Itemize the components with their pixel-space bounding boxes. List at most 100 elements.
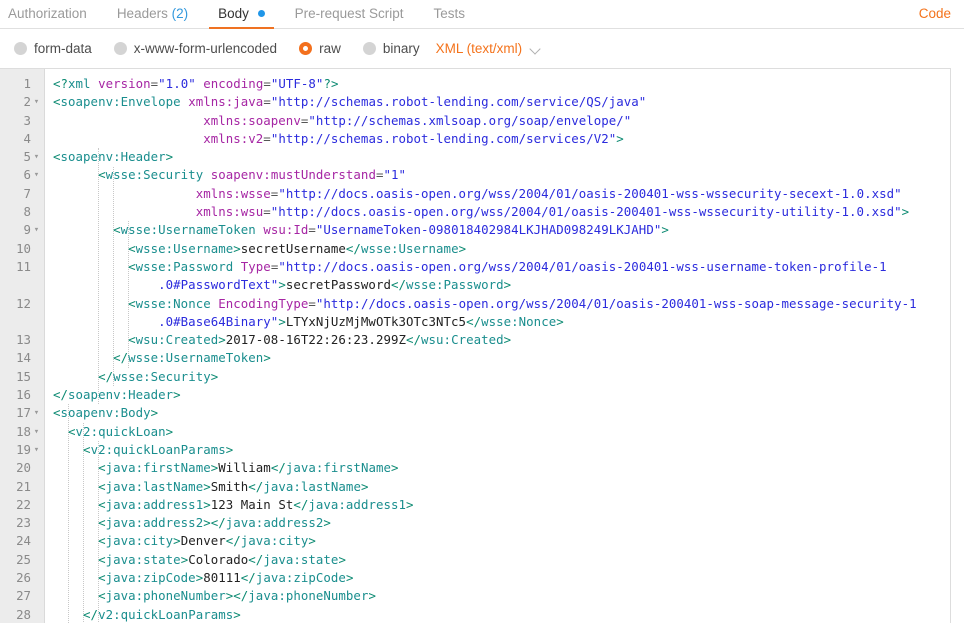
fold-toggle-icon[interactable]: ▾ <box>32 404 41 422</box>
fold-toggle-icon[interactable]: ▾ <box>32 93 41 111</box>
fold-toggle-icon[interactable]: ▾ <box>32 423 41 441</box>
body-type-x-www-form-urlencoded[interactable]: x-www-form-urlencoded <box>113 41 277 56</box>
code-token-str: "1.0" <box>158 76 196 91</box>
line-number: 23 <box>0 514 44 532</box>
code-line[interactable]: <java:firstName>William</java:firstName> <box>45 459 950 477</box>
code-line[interactable]: <java:state>Colorado</java:state> <box>45 551 950 569</box>
tab-body[interactable]: Body <box>209 6 274 29</box>
code-line[interactable]: </wsse:UsernameToken> <box>45 349 950 367</box>
body-modified-dot-icon <box>257 10 265 17</box>
tab-label: Headers <box>116 6 168 21</box>
code-token-tag: wsse:Security <box>105 167 204 183</box>
fold-toggle-icon[interactable]: ▾ <box>32 441 41 459</box>
code-line[interactable]: xmlns:wsu="http://docs.oasis-open.org/ws… <box>45 203 950 221</box>
code-token-punc: > <box>165 423 174 439</box>
body-type-raw[interactable]: raw <box>299 41 341 56</box>
line-number-text: 28 <box>16 606 31 622</box>
code-line[interactable]: <java:zipCode>80111</java:zipCode> <box>45 569 950 587</box>
tab-pre-request-script[interactable]: Pre-request Script <box>295 6 404 28</box>
code-token-punc: > <box>503 277 512 293</box>
code-token-tag: java:address1 <box>308 496 407 512</box>
tab-authorization[interactable]: Authorization <box>8 6 87 28</box>
code-token-tag: wsse:Password <box>406 277 504 293</box>
line-number-text: 15 <box>16 368 31 384</box>
option-label: raw <box>319 41 341 56</box>
code-token-punc: < <box>113 222 121 238</box>
line-number-wrapped <box>0 313 44 331</box>
body-type-form-data[interactable]: form-data <box>14 41 92 56</box>
editor-code-area[interactable]: <?xml version="1.0" encoding="UTF-8"?> <s… <box>45 69 950 623</box>
code-line[interactable]: <wsse:Username>secretUsername</wsse:User… <box>45 240 950 258</box>
code-token-eq: = <box>308 295 316 311</box>
code-line[interactable]: </soapenv:Header> <box>45 386 950 404</box>
content-type-dropdown[interactable]: XML (text/xml) <box>436 41 543 56</box>
code-line[interactable]: xmlns:v2="http://schemas.robot-lending.c… <box>45 130 950 148</box>
code-line[interactable]: <soapenv:Body> <box>45 404 950 422</box>
code-token-punc: < <box>53 149 61 165</box>
tab-tests[interactable]: Tests <box>433 6 465 28</box>
fold-toggle-icon[interactable]: ▾ <box>32 221 41 239</box>
code-line[interactable]: <v2:quickLoanParams> <box>45 441 950 459</box>
code-line[interactable]: <wsse:Nonce EncodingType="http://docs.oa… <box>45 295 950 313</box>
code-token-attr: Type <box>240 258 271 274</box>
code-token-punc: > <box>345 570 354 586</box>
code-line[interactable]: <?xml version="1.0" encoding="UTF-8"?> <box>45 75 950 93</box>
code-token-tag: java:lastName <box>105 478 204 494</box>
code-line[interactable]: .0#PasswordText">secretPassword</wsse:Pa… <box>45 276 950 294</box>
code-token-text: 2017-08-16T22:26:23.299Z <box>225 332 406 348</box>
code-line[interactable]: <v2:quickLoan> <box>45 423 950 441</box>
body-type-binary[interactable]: binary <box>362 41 420 56</box>
line-number: 8 <box>0 203 44 221</box>
line-number-text: 19 <box>16 441 31 457</box>
code-line[interactable]: <java:address1>123 Main St</java:address… <box>45 496 950 514</box>
code-token-tag: java:lastName <box>263 478 361 494</box>
code-line[interactable]: <java:city>Denver</java:city> <box>45 532 950 550</box>
code-token-punc: > <box>150 405 159 421</box>
code-token-punc: < <box>98 515 106 531</box>
code-token-tag: wsse:Password <box>135 258 234 274</box>
code-token-tag: wsse:UsernameToken <box>128 350 264 366</box>
code-token-tag: java:state <box>105 551 181 567</box>
code-line[interactable]: <java:phoneNumber></java:phoneNumber> <box>45 587 950 605</box>
line-number-text: 8 <box>23 204 31 220</box>
code-line[interactable]: <wsse:UsernameToken wsu:Id="UsernameToke… <box>45 221 950 239</box>
fold-toggle-icon[interactable]: ▾ <box>32 148 41 166</box>
code-line[interactable]: <wsu:Created>2017-08-16T22:26:23.299Z</w… <box>45 331 950 349</box>
radio-icon <box>362 42 376 55</box>
code-line[interactable]: </v2:quickLoanParams> <box>45 606 950 623</box>
code-line[interactable]: <wsse:Security soapenv:mustUnderstand="1… <box>45 166 950 184</box>
code-line[interactable]: .0#Base64Binary">LTYxNjUzMjMwOTk3OTc3NTc… <box>45 313 950 331</box>
raw-body-editor[interactable]: 1 2 ▾ 3 4 5 ▾ 6 ▾ 7 8 9 ▾ 10 11 12 13 14 15 16 17 ▾ 18 ▾ 19 ▾ 20 21… <box>0 68 951 623</box>
code-line[interactable]: xmlns:soapenv="http://schemas.xmlsoap.or… <box>45 112 950 130</box>
code-token-punc: < <box>98 496 106 512</box>
fold-toggle-icon[interactable]: ▾ <box>32 166 41 184</box>
code-token-tag: wsu:Created <box>135 332 219 348</box>
code-line[interactable]: <java:address2></java:address2> <box>45 514 950 532</box>
code-line[interactable]: xmlns:wsse="http://docs.oasis-open.org/w… <box>45 185 950 203</box>
code-line[interactable]: <soapenv:Header> <box>45 148 950 166</box>
code-token-text: Denver <box>180 533 226 549</box>
code-token-str: "UsernameToken-098018402984LKJHAD098249L… <box>315 222 662 238</box>
code-link[interactable]: Code <box>919 6 951 21</box>
code-line[interactable]: </wsse:Security> <box>45 368 950 386</box>
tab-headers[interactable]: Headers (2) <box>117 6 188 28</box>
code-token-str: "1" <box>383 167 406 183</box>
line-number-text: 12 <box>16 295 31 311</box>
code-token-punc: > <box>556 313 564 329</box>
code-line[interactable]: <java:lastName>Smith</java:lastName> <box>45 478 950 496</box>
code-line[interactable]: <soapenv:Envelope xmlns:java="http://sch… <box>45 93 950 111</box>
code-token-eq: = <box>263 76 271 91</box>
line-number-text: 20 <box>16 460 31 476</box>
code-line[interactable]: <wsse:Password Type="http://docs.oasis-o… <box>45 258 950 276</box>
code-token-punc: </ <box>270 460 286 476</box>
code-token-tag: wsu:Created <box>421 332 504 348</box>
